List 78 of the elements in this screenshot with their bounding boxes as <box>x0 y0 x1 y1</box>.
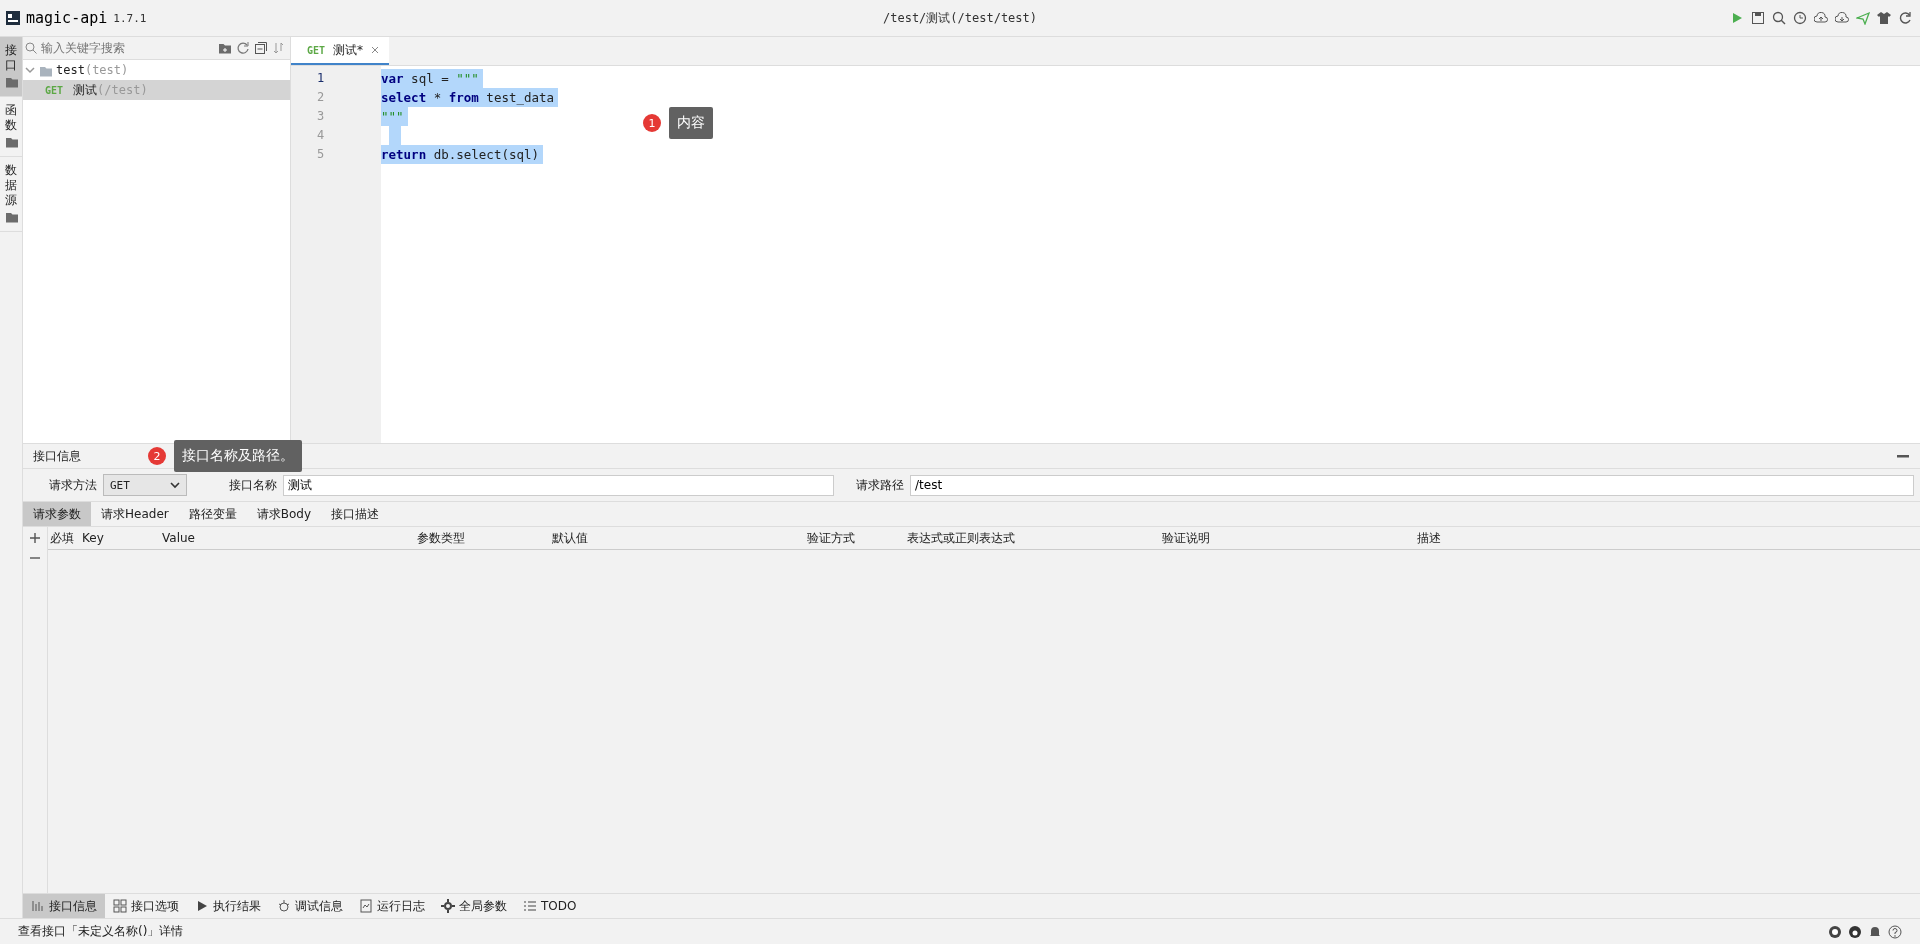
panel-title: 接口信息 <box>33 447 81 465</box>
clock-icon[interactable] <box>1793 11 1807 25</box>
chevron-down-icon <box>25 65 35 75</box>
tree-group[interactable]: test(test) <box>23 60 290 80</box>
bottom-tab[interactable]: 全局参数 <box>433 894 515 918</box>
column-header: 必填 <box>49 529 75 547</box>
sidebar-tab[interactable]: 接口 <box>0 37 22 97</box>
editor-tab[interactable]: GET 测试* <box>291 37 390 65</box>
field-label: 接口名称 <box>229 476 277 494</box>
api-item[interactable]: GET 测试(/test) <box>23 80 290 100</box>
line-number: 5 <box>316 146 326 163</box>
column-header: 参数类型 <box>417 529 466 547</box>
param-tab[interactable]: 请求Body <box>246 502 321 526</box>
help-icon[interactable] <box>1888 924 1902 939</box>
app-name: magic-api <box>26 9 108 27</box>
api-label: 测试(/test) <box>73 81 148 99</box>
sidebar-tab[interactable]: 函数 <box>0 97 22 157</box>
input-field[interactable]: 测试 <box>283 474 834 496</box>
step-badge: 1 <box>643 114 661 132</box>
field-label: 请求方法 <box>49 476 97 494</box>
tooltip: 内容 <box>669 107 713 139</box>
collapse-icon[interactable] <box>254 41 268 55</box>
shirt-icon[interactable] <box>1877 11 1891 25</box>
folder-icon <box>4 75 18 88</box>
bottom-tab[interactable]: 调试信息 <box>269 894 351 918</box>
method-label: GET <box>45 84 64 96</box>
column-header: 验证方式 <box>807 529 856 547</box>
circle-icon[interactable] <box>1828 924 1842 939</box>
refresh-icon[interactable] <box>236 41 250 55</box>
line-number: 3 <box>316 108 326 125</box>
column-header: 默认值 <box>552 529 589 547</box>
step-badge: 2 <box>148 447 166 465</box>
line-number: 4 <box>316 127 326 144</box>
param-tab[interactable]: 路径变量 <box>178 502 247 526</box>
bell-icon[interactable] <box>1868 924 1882 939</box>
chart-icon <box>31 899 45 913</box>
column-header: 表达式或正则表达式 <box>907 529 1016 547</box>
add-icon[interactable] <box>29 532 41 544</box>
method-dropdown[interactable]: GET <box>103 474 187 496</box>
logo-icon <box>6 11 20 25</box>
save-icon[interactable] <box>1751 11 1765 25</box>
param-tab[interactable]: 请求Header <box>91 502 179 526</box>
column-header: 验证说明 <box>1162 529 1211 547</box>
search-icon <box>25 42 37 54</box>
bug-icon <box>277 899 291 913</box>
input-field[interactable]: /test <box>910 474 1914 496</box>
log-icon <box>359 899 373 913</box>
play-icon <box>195 899 209 913</box>
refresh-icon[interactable] <box>1898 11 1912 25</box>
line-number: 1 <box>316 70 326 87</box>
field-label: 请求路径 <box>856 476 904 494</box>
folder-icon <box>4 210 18 223</box>
add-folder-icon[interactable] <box>218 41 232 55</box>
bottom-tab[interactable]: 接口选项 <box>105 894 187 918</box>
grid-icon <box>113 899 127 913</box>
param-tab[interactable]: 请求参数 <box>23 502 91 526</box>
line-number: 2 <box>316 89 326 106</box>
column-header: Key <box>82 531 105 545</box>
folder-label: test(test) <box>56 63 129 77</box>
bottom-tab[interactable]: 运行日志 <box>351 894 433 918</box>
version-label: 1.7.1 <box>113 11 147 25</box>
current-path: /test/测试(/test/test) <box>883 9 1037 27</box>
column-header: Value <box>162 531 196 545</box>
column-header: 描述 <box>1417 529 1442 547</box>
bottom-tab[interactable]: 执行结果 <box>187 894 269 918</box>
close-icon[interactable] <box>371 46 380 54</box>
param-tab[interactable]: 接口描述 <box>321 502 389 526</box>
search-icon[interactable] <box>1772 11 1786 25</box>
folder-icon <box>4 135 18 148</box>
sidebar-tab[interactable]: 数据源 <box>0 157 22 232</box>
list-icon <box>523 899 537 913</box>
bottom-tab[interactable]: TODO <box>515 894 585 918</box>
tooltip: 接口名称及路径。 <box>174 440 302 472</box>
status-text: 查看接口「未定义名称()」详情 <box>18 923 184 940</box>
cloud-upload-icon[interactable] <box>1814 11 1828 25</box>
caret-icon <box>170 481 180 489</box>
bottom-tab[interactable]: 接口信息 <box>23 894 105 918</box>
cloud-download-icon[interactable] <box>1835 11 1849 25</box>
